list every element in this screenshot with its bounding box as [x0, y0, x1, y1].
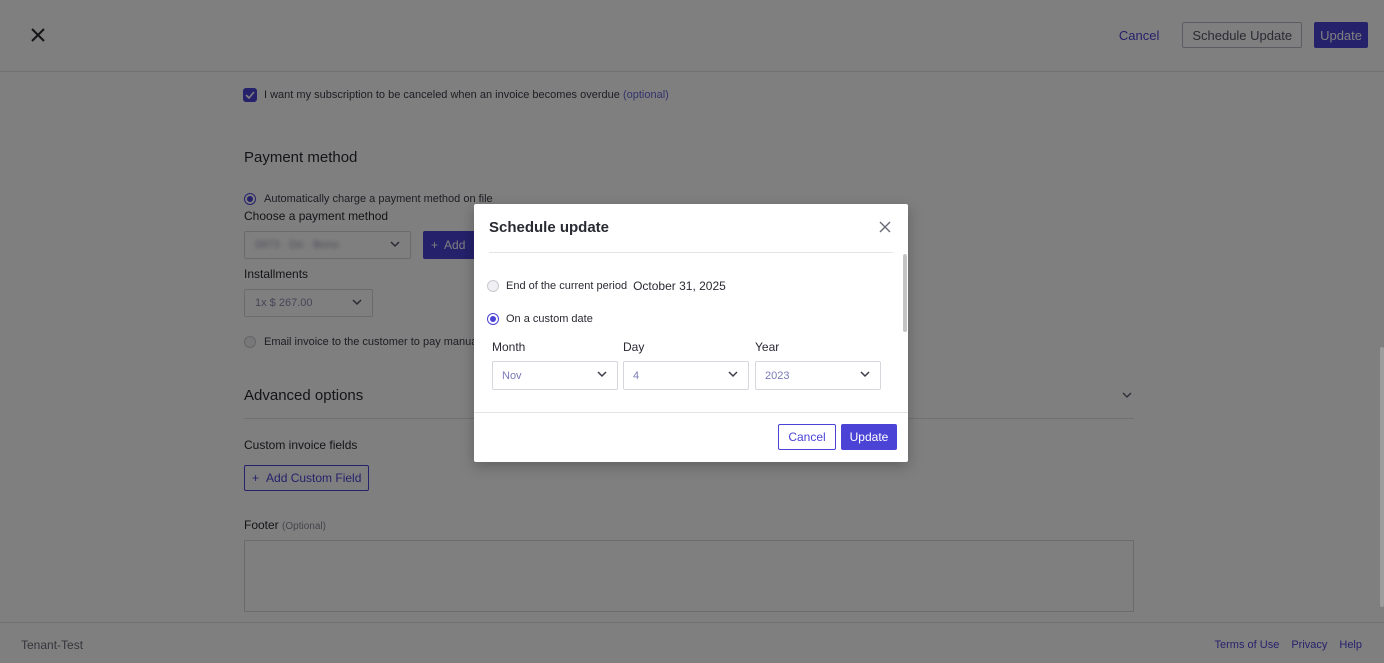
year-value: 2023: [765, 369, 790, 382]
dialog-footer-divider: [474, 412, 908, 413]
close-icon[interactable]: [879, 221, 891, 233]
chevron-down-icon: [860, 371, 870, 378]
custom-date-label: On a custom date: [506, 313, 593, 325]
chevron-down-icon: [728, 371, 738, 378]
dialog-update-button[interactable]: Update: [841, 424, 897, 450]
month-label: Month: [492, 340, 526, 354]
day-value: 4: [633, 369, 640, 382]
end-of-period-label: End of the current period: [506, 280, 628, 292]
schedule-update-dialog: Schedule update End of the current perio…: [474, 204, 908, 462]
dialog-title: Schedule update: [489, 219, 610, 236]
end-of-period-option[interactable]: End of the current period October 31, 20…: [487, 279, 726, 293]
custom-date-option[interactable]: On a custom date: [487, 313, 593, 325]
dialog-cancel-button[interactable]: Cancel: [778, 424, 836, 450]
month-value: Nov: [502, 369, 522, 382]
year-select[interactable]: 2023: [755, 361, 881, 390]
year-label: Year: [755, 340, 780, 354]
day-label: Day: [623, 340, 645, 354]
chevron-down-icon: [597, 371, 607, 378]
dialog-divider: [489, 252, 893, 253]
page-scrollbar[interactable]: [1380, 347, 1384, 607]
end-of-period-date: October 31, 2025: [633, 279, 726, 293]
month-select[interactable]: Nov: [492, 361, 618, 390]
end-of-period-radio[interactable]: [487, 280, 499, 292]
custom-date-radio[interactable]: [487, 313, 499, 325]
dialog-scrollbar[interactable]: [903, 254, 907, 332]
day-select[interactable]: 4: [623, 361, 749, 390]
